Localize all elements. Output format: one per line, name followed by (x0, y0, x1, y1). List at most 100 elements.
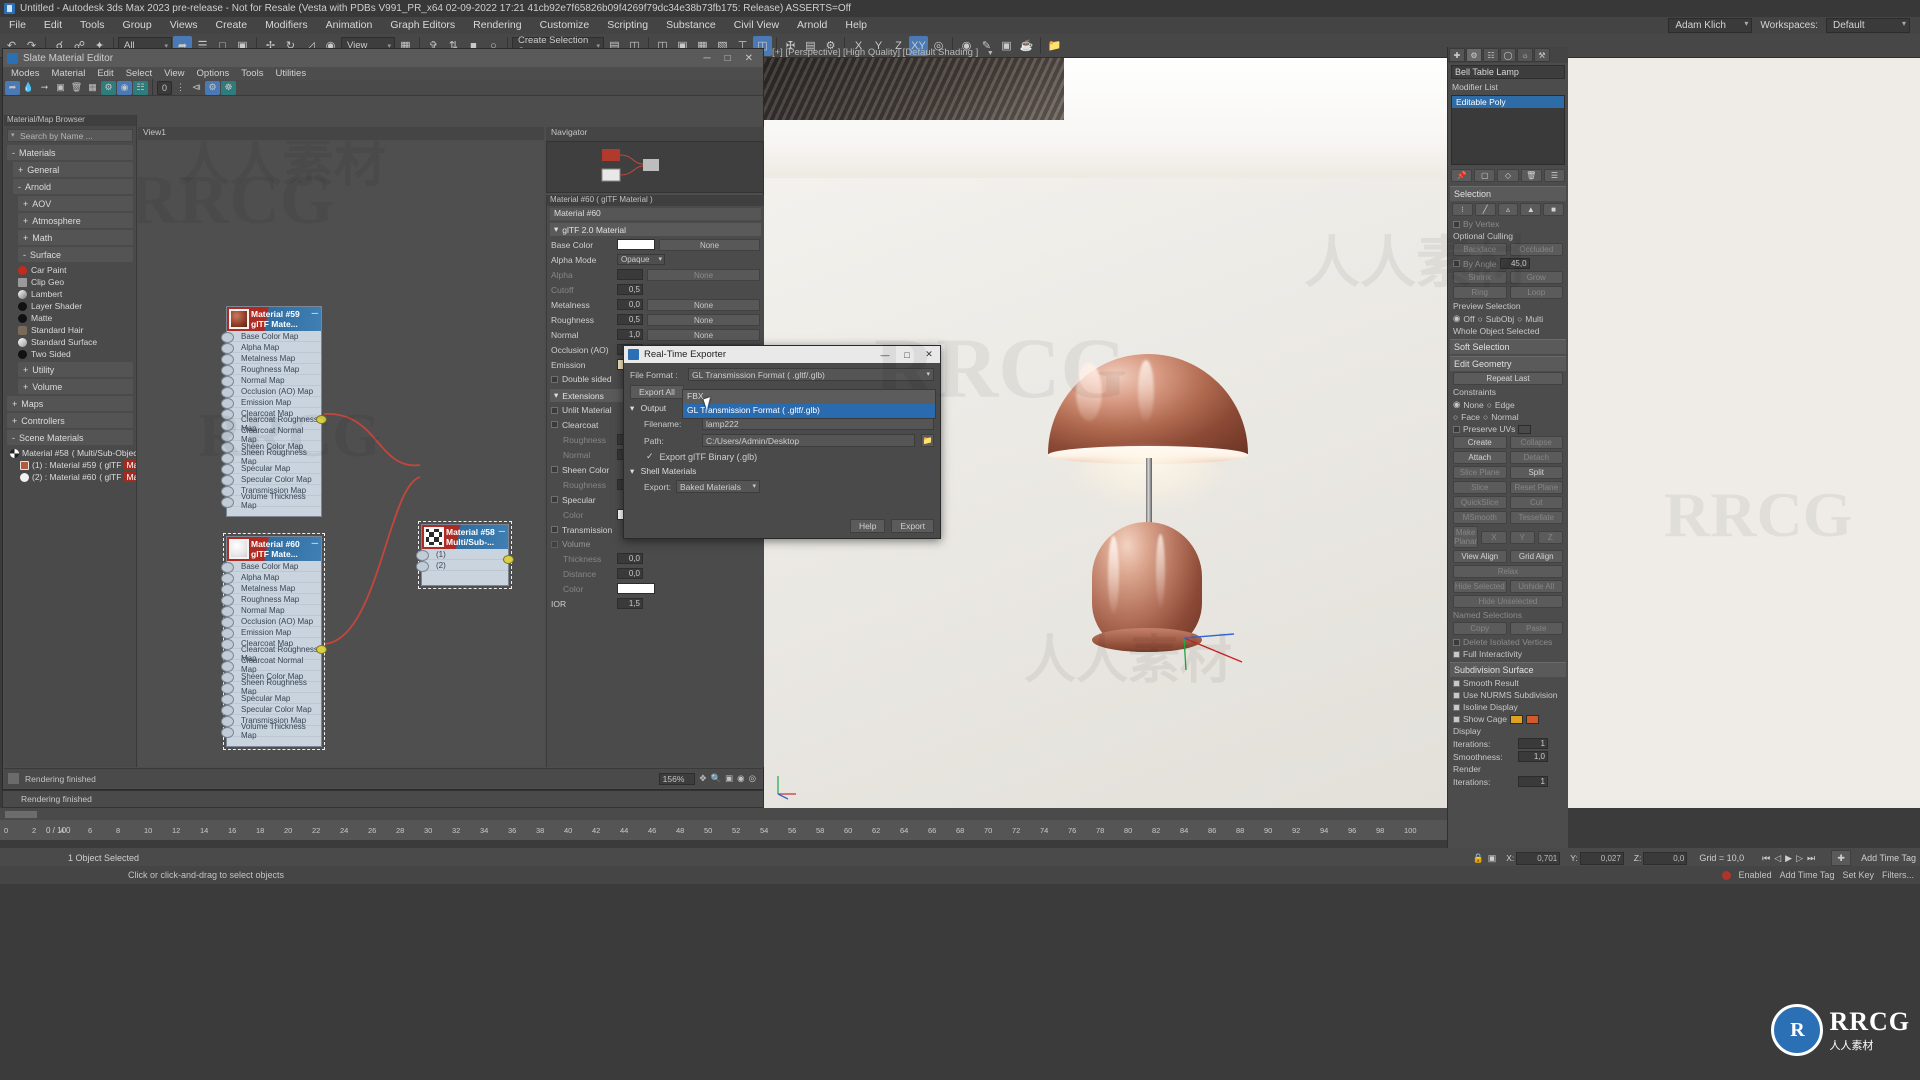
detach-button[interactable]: Detach (1509, 451, 1563, 464)
node-graph-canvas[interactable]: RRCG RRCG 人人素材 Material #59 glTF Mate...… (138, 141, 544, 767)
constraint-normal-radio[interactable]: ○ (1483, 412, 1488, 422)
node-slot[interactable]: Sheen Roughness Map (221, 678, 321, 696)
metalness-map-button[interactable]: None (647, 298, 760, 311)
slate-menu-options[interactable]: Options (191, 68, 236, 79)
preview-subobj-radio[interactable]: ○ (1478, 314, 1483, 324)
alpha-value[interactable] (617, 269, 643, 280)
tree-expand-aov[interactable]: + (23, 199, 28, 209)
preview-off-radio[interactable]: ◉ (1453, 313, 1460, 324)
by-vertex-checkbox[interactable] (1453, 220, 1460, 228)
tree-expand-general[interactable]: + (18, 165, 23, 175)
node-slot[interactable]: Clearcoat Normal Map (221, 656, 321, 674)
delete-isolated-vertices-row[interactable]: Delete Isolated Vertices (1448, 636, 1568, 648)
tab-hierarchy[interactable]: ☷ (1483, 48, 1499, 62)
zoom-region-icon[interactable]: ▣ (725, 773, 733, 784)
dropdown-option-gltf[interactable]: GL Transmission Format ( .gltf/.glb) (683, 404, 935, 418)
tree-node-general[interactable]: + General (13, 162, 133, 177)
tree-node-atmosphere[interactable]: + Atmosphere (18, 213, 133, 228)
show-cage-checkbox[interactable] (1453, 715, 1460, 723)
node-slot[interactable]: (2) (416, 560, 508, 572)
ring-button[interactable]: Ring (1453, 286, 1507, 299)
exporter-maximize-button[interactable]: □ (896, 346, 918, 363)
node-preview-swatch[interactable] (229, 309, 249, 329)
unhide-all-button[interactable]: Unhide All (1509, 580, 1563, 593)
assign-material-icon[interactable]: ➞ (37, 81, 52, 95)
slate-close-icon[interactable]: ✕ (745, 53, 753, 64)
section-collapse-icon[interactable]: ▾ (554, 224, 558, 235)
tree-expand-materials[interactable]: - (12, 148, 15, 158)
preserve-uvs-settings-icon[interactable] (1518, 424, 1532, 434)
material-item-car-paint[interactable]: Car Paint (4, 264, 136, 276)
menu-modifiers[interactable]: Modifiers (256, 17, 317, 34)
previous-frame-icon[interactable]: ◁ (1774, 853, 1781, 864)
tab-motion[interactable]: ◯ (1500, 48, 1516, 62)
constraint-edge-radio[interactable]: ○ (1487, 400, 1492, 410)
cage-color-swatch-a[interactable] (1509, 714, 1523, 724)
attach-button[interactable]: Attach (1453, 451, 1507, 464)
set-key-label[interactable]: Set Key (1842, 870, 1874, 880)
node-slot[interactable]: Alpha Map (221, 572, 321, 584)
show-shaded-material-icon[interactable]: ▣ (53, 81, 68, 95)
scene-material-row[interactable]: Material #58 ( Multi/Sub-Object ) (4, 447, 136, 459)
double-sided-checkbox[interactable] (551, 375, 558, 383)
iterations-value[interactable]: 1 (1518, 738, 1548, 749)
subobject-vertex[interactable]: ⁝ (1452, 203, 1473, 216)
make-planar-button[interactable]: Make Planar (1453, 526, 1479, 548)
tree-expand-maps[interactable]: + (12, 399, 17, 409)
view-align-button[interactable]: View Align (1453, 550, 1507, 563)
ior-value[interactable]: 1,5 (617, 598, 643, 609)
slice-button[interactable]: Slice (1453, 481, 1507, 494)
node-slot[interactable]: Specular Color Map (221, 474, 321, 486)
isoline-display-row[interactable]: Isoline Display (1448, 701, 1568, 713)
quickslice-button[interactable]: QuickSlice (1453, 496, 1507, 509)
menu-tools[interactable]: Tools (71, 17, 114, 34)
tree-node-math[interactable]: + Math (18, 230, 133, 245)
menu-create[interactable]: Create (207, 17, 257, 34)
pan-icon[interactable]: ✥ (699, 773, 706, 784)
loop-button[interactable]: Loop (1509, 286, 1563, 299)
by-angle-value[interactable]: 45,0 (1499, 258, 1530, 269)
node-minimize-icon[interactable]: ─ (312, 538, 318, 548)
hide-unselected-button[interactable]: Hide Unselected (1453, 595, 1563, 608)
absolute-mode-icon[interactable]: ▣ (1488, 853, 1497, 864)
node-slot[interactable]: Volume Thickness Map (221, 492, 321, 510)
modifier-item-editable-poly[interactable]: Editable Poly (1452, 96, 1564, 108)
use-nurms-checkbox[interactable] (1453, 691, 1460, 699)
show-background-icon[interactable]: ☷ (133, 80, 148, 95)
constraint-none-radio[interactable]: ◉ (1453, 399, 1460, 410)
goto-start-icon[interactable]: ⏮ (1762, 853, 1770, 864)
menu-customize[interactable]: Customize (531, 17, 599, 34)
menu-group[interactable]: Group (114, 17, 161, 34)
by-angle-checkbox[interactable] (1453, 260, 1460, 267)
menu-substance[interactable]: Substance (657, 17, 725, 34)
distance-value[interactable]: 0,0 (617, 568, 643, 579)
full-interactivity-row[interactable]: Full Interactivity (1448, 648, 1568, 660)
unlit-material-checkbox[interactable] (551, 406, 558, 414)
planar-x-button[interactable]: X (1481, 530, 1507, 544)
subobject-edge[interactable]: ╱ (1474, 203, 1496, 216)
material-item-standard-surface[interactable]: Standard Surface (4, 336, 136, 348)
section-subdivision-surface[interactable]: Subdivision Surface (1450, 662, 1566, 677)
select-tool-icon[interactable]: ➦ (5, 80, 20, 95)
filters-label[interactable]: Filters... (1882, 870, 1914, 880)
configure-sets-icon[interactable]: ☰ (1543, 169, 1566, 182)
grow-button[interactable]: Grow (1509, 271, 1563, 284)
show-in-viewport-icon[interactable]: ⋮ (173, 81, 188, 95)
zoom-icon[interactable]: 🔍 (711, 773, 722, 784)
nodes-layout-icon[interactable]: ⧏ (189, 81, 204, 95)
navigator-minimap[interactable] (546, 141, 764, 193)
time-slider-handle[interactable] (4, 810, 38, 819)
node-slot[interactable]: Sheen Roughness Map (221, 448, 321, 466)
node-slot[interactable]: Specular Color Map (221, 704, 321, 716)
constraint-face-radio[interactable]: ○ (1453, 412, 1458, 422)
volume-checkbox[interactable] (551, 540, 558, 548)
tree-node-scene-materials[interactable]: - Scene Materials (7, 430, 133, 445)
menu-edit[interactable]: Edit (35, 17, 71, 34)
params-section-gltf[interactable]: ▾ glTF 2.0 Material (550, 223, 761, 236)
menu-file[interactable]: File (0, 17, 35, 34)
multisub-material-node[interactable]: Material #58 Multi/Sub-... ─ (1) (2) (416, 521, 514, 589)
sheen-color-checkbox[interactable] (551, 466, 558, 473)
preview-multi-radio[interactable]: ○ (1517, 314, 1522, 324)
tessellate-button[interactable]: Tessellate (1509, 511, 1563, 524)
play-icon[interactable]: ▶ (1785, 853, 1792, 864)
